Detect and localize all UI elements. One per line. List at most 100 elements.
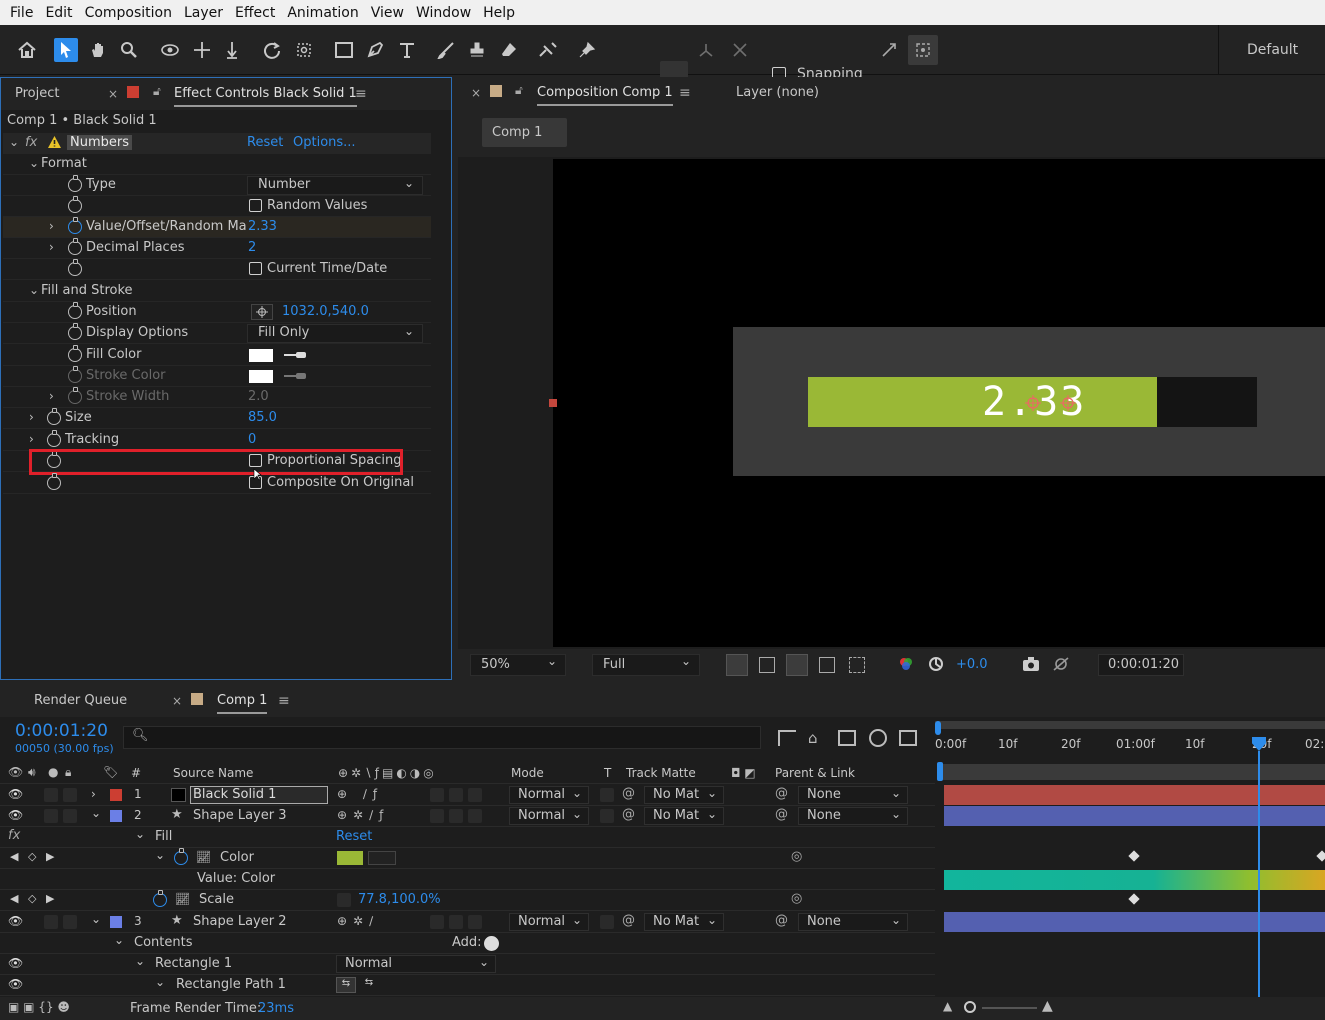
graph-editor-icon[interactable] [899,730,917,746]
anchor-point-icon[interactable] [1024,394,1042,412]
menu-item-animation[interactable]: Animation [281,5,364,21]
stopwatch-icon[interactable] [68,259,82,276]
snapshot-icon[interactable] [1022,656,1040,672]
layer-search-input[interactable]: 🔍︎ [123,726,761,749]
expand-chevron-icon[interactable]: › [29,410,34,424]
stopwatch-icon[interactable] [47,408,61,425]
expand-chevron-icon[interactable]: › [29,432,34,446]
pick-whip-icon[interactable]: @ [775,807,788,822]
expand-chevron-icon[interactable]: › [49,219,54,233]
size-value[interactable]: 85.0 [248,410,277,425]
eye-icon[interactable]: 👁︎ [8,808,23,822]
switch-box[interactable] [468,915,482,929]
stopwatch-icon[interactable] [68,323,82,340]
next-keyframe-icon[interactable]: ▶ [46,892,54,905]
pick-whip-icon[interactable]: @ [775,786,788,801]
resolution-dropdown[interactable]: Full ⌄ [592,654,700,676]
eye-icon[interactable]: 👁︎ [8,787,23,801]
lock-icon[interactable]: 🔓︎ [153,84,161,99]
keyframe[interactable] [1128,850,1140,862]
blend-mode-dropdown[interactable]: Normal ⌄ [336,955,496,973]
tab-effect-controls[interactable]: Effect Controls Black Solid 1 [174,86,357,107]
tab-comp-timeline[interactable]: Comp 1 [217,693,268,714]
rotate-tool-icon[interactable] [260,38,284,62]
fx-icon[interactable]: fx [8,828,20,843]
type-tool-icon[interactable] [395,38,419,62]
orbit-camera-icon[interactable] [158,38,182,62]
comp-flow-button[interactable]: Comp 1 [482,118,567,147]
header-source-name[interactable]: Source Name [173,766,253,780]
tab-render-queue[interactable]: Render Queue [34,693,127,708]
mode-dropdown[interactable]: Normal ⌄ [509,786,589,804]
expand-chevron-icon[interactable]: › [91,787,96,801]
switch-box[interactable] [449,809,463,823]
stopwatch-icon[interactable] [68,345,82,362]
expand-chevron-icon[interactable]: › [49,240,54,254]
fast-previews-icon[interactable] [726,654,748,676]
close-icon[interactable]: × [471,86,481,100]
reset-link[interactable]: Reset [247,135,283,150]
anchor-point-icon[interactable] [1059,394,1077,412]
stroke-width-value[interactable]: 2.0 [248,389,269,404]
view-axis-mode-icon[interactable] [728,38,752,62]
label-color[interactable] [110,810,122,822]
add-keyframe-icon[interactable]: ◇ [28,892,36,905]
path-direction-reverse-icon[interactable]: ⇆ [359,977,379,993]
switch-box[interactable] [430,915,444,929]
decimal-places-value[interactable]: 2 [248,240,256,255]
parent-dropdown[interactable]: None ⌄ [798,786,908,804]
tab-layer[interactable]: Layer (none) [736,85,819,100]
mask-visibility-icon[interactable] [786,654,808,676]
brush-tool-icon[interactable] [434,38,458,62]
panel-menu-icon[interactable]: ≡ [355,86,367,102]
type-dropdown[interactable]: Number ⌄ [247,176,423,195]
eraser-tool-icon[interactable] [497,38,521,62]
preserve-transparency-toggle[interactable] [600,915,614,929]
switch-box[interactable] [430,788,444,802]
snap-features-icon[interactable] [908,35,938,65]
stopwatch-icon[interactable] [153,890,167,907]
current-time-checkbox[interactable] [249,262,262,275]
lock-toggle[interactable] [63,915,77,929]
table-row[interactable]: ⌄ Contents Add: [0,933,935,954]
menu-item-edit[interactable]: Edit [39,5,78,21]
expand-chevron-icon[interactable]: › [49,389,54,403]
eyedropper-icon[interactable] [283,350,307,360]
menu-item-composition[interactable]: Composition [79,5,178,21]
graph-icon[interactable]: 📈︎ [196,850,211,864]
grid-guides-icon[interactable] [849,657,865,673]
close-icon[interactable]: × [108,87,118,101]
eye-icon[interactable]: 👁︎ [8,956,23,970]
table-row[interactable]: ◀ ◇ ▶ ⌄ 📈︎ Color ◎ [0,848,935,869]
frame-blending-icon[interactable] [838,730,856,746]
eye-icon[interactable]: 👁︎ [8,914,23,928]
label-color[interactable] [110,916,122,928]
menu-item-window[interactable]: Window [410,5,477,21]
tracking-value[interactable]: 0 [248,432,256,447]
layer-name[interactable]: Shape Layer 3 [193,808,287,823]
stopwatch-icon[interactable] [47,473,61,490]
layer-duration-bar[interactable] [944,806,1325,826]
table-row[interactable]: 👁︎ ⌄ Rectangle Path 1 ⇆ ⇆ [0,975,935,996]
shy-layers-icon[interactable]: ⌂ [808,729,818,747]
close-icon[interactable]: × [172,694,182,708]
region-of-interest-icon[interactable] [819,657,835,673]
constrain-proportions-toggle[interactable] [337,893,351,907]
collapse-chevron-icon[interactable]: ⌄ [114,933,124,947]
panel-menu-icon[interactable]: ≡ [679,85,691,101]
menu-item-file[interactable]: File [4,5,39,21]
pick-whip-icon[interactable]: @ [775,913,788,928]
viewer-area[interactable]: 2.33 [458,157,1325,649]
zoom-tool-icon[interactable] [117,38,141,62]
playhead-line[interactable] [1258,751,1260,997]
track-matte-dropdown[interactable]: No Mat ⌄ [644,786,724,804]
stopwatch-icon[interactable] [68,387,82,404]
stopwatch-icon[interactable] [174,848,188,865]
channels-icon[interactable] [898,656,914,672]
layer-duration-bar[interactable] [944,912,1325,932]
selection-tool-icon[interactable] [54,38,78,62]
switch-box[interactable] [449,788,463,802]
graph-icon[interactable]: 📈︎ [175,892,190,906]
rectangle-tool-icon[interactable] [332,38,356,62]
matte-link-icon[interactable]: @ [622,807,635,822]
